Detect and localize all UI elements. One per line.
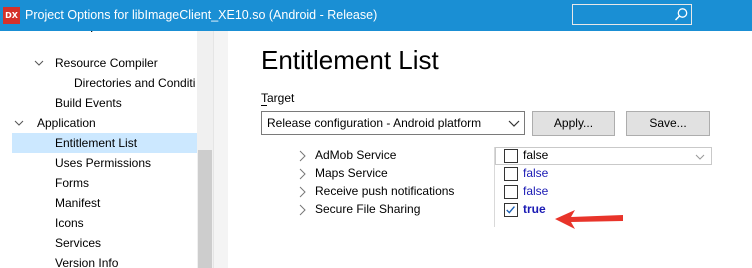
entitlement-checkbox[interactable] bbox=[504, 203, 518, 217]
entitlement-row[interactable]: Maps Service false bbox=[289, 165, 752, 183]
tree-item-label: Services bbox=[55, 236, 102, 250]
search-icon[interactable] bbox=[674, 7, 689, 22]
panel-splitter[interactable] bbox=[213, 31, 228, 268]
chevron-right-icon[interactable] bbox=[297, 186, 307, 198]
tree-item-build-events[interactable]: Build Events bbox=[0, 93, 197, 113]
chevron-right-icon[interactable] bbox=[297, 150, 307, 162]
tree-item-label: Forms bbox=[55, 176, 89, 190]
title-bar: DX Project Options for libImageClient_XE… bbox=[0, 0, 752, 31]
checkmark-icon bbox=[506, 206, 515, 214]
target-label-text: Target bbox=[261, 91, 295, 105]
entitlement-name: AdMob Service bbox=[315, 148, 397, 162]
tree-item-uses-permissions[interactable]: Uses Permissions bbox=[0, 153, 197, 173]
options-tree: . Resource Compiler Directories and Cond… bbox=[0, 31, 197, 268]
entitlement-name: Maps Service bbox=[315, 166, 388, 180]
tree-item-manifest[interactable]: Manifest bbox=[0, 193, 197, 213]
tree-item-forms[interactable]: Forms bbox=[0, 173, 197, 193]
target-label: Target bbox=[261, 91, 295, 106]
tree-item-version-info[interactable]: Version Info bbox=[0, 253, 197, 268]
tree-item-label: Build Events bbox=[55, 96, 122, 110]
target-select-value: Release configuration - Android platform bbox=[267, 116, 482, 130]
chevron-down-icon[interactable] bbox=[695, 152, 705, 162]
tree-item-partial: . bbox=[82, 31, 102, 38]
tree-item-label: Icons bbox=[55, 216, 84, 230]
app-logo-icon: DX bbox=[3, 7, 20, 24]
chevron-right-icon[interactable] bbox=[297, 204, 307, 216]
entitlement-row[interactable]: Secure File Sharing true bbox=[289, 201, 752, 219]
page-title: Entitlement List bbox=[261, 45, 439, 75]
entitlement-checkbox[interactable] bbox=[504, 185, 518, 199]
tree-item-label: Version Info bbox=[55, 256, 119, 268]
entitlement-value: false bbox=[523, 184, 549, 198]
entitlement-value: false bbox=[523, 166, 549, 180]
tree-item-services[interactable]: Services bbox=[0, 233, 197, 253]
tree-item-application[interactable]: Application bbox=[0, 113, 197, 133]
tree-item-entitlement-list[interactable]: Entitlement List bbox=[12, 133, 197, 153]
tree-scrollbar-thumb[interactable] bbox=[198, 150, 212, 268]
save-button[interactable]: Save... bbox=[626, 111, 710, 136]
tree-item-label: Application bbox=[37, 116, 96, 130]
tree-item-resource-compiler[interactable]: Resource Compiler bbox=[0, 53, 197, 73]
tree-item-partial-dot: . bbox=[90, 31, 93, 38]
entitlement-name: Receive push notifications bbox=[315, 184, 455, 198]
entitlement-row[interactable]: Receive push notifications false bbox=[289, 183, 752, 201]
tree-item-label: Entitlement List bbox=[55, 136, 138, 150]
annotation-arrow-icon bbox=[555, 210, 623, 229]
entitlement-row[interactable]: AdMob Service false bbox=[289, 147, 752, 165]
entitlement-value: true bbox=[523, 202, 546, 216]
tree-item-directories[interactable]: Directories and Conditi bbox=[0, 73, 197, 93]
entitlement-panel: Entitlement List Target Release configur… bbox=[229, 31, 752, 268]
tree-item-label: Directories and Conditi bbox=[74, 76, 196, 90]
chevron-down-icon[interactable] bbox=[508, 117, 520, 129]
chevron-right-icon[interactable] bbox=[297, 168, 307, 180]
chevron-down-icon[interactable] bbox=[33, 53, 45, 73]
tree-item-label: Resource Compiler bbox=[55, 56, 158, 70]
apply-button[interactable]: Apply... bbox=[532, 111, 615, 136]
entitlement-checkbox[interactable] bbox=[504, 167, 518, 181]
entitlement-value: false bbox=[523, 148, 549, 162]
title-search-input[interactable] bbox=[572, 4, 692, 25]
tree-item-icons[interactable]: Icons bbox=[0, 213, 197, 233]
tree-item-label: Manifest bbox=[55, 196, 101, 210]
entitlement-checkbox[interactable] bbox=[504, 149, 518, 163]
target-label-accel-underline bbox=[261, 105, 267, 106]
chevron-down-icon[interactable] bbox=[13, 113, 25, 133]
target-select[interactable]: Release configuration - Android platform bbox=[261, 111, 525, 135]
window-title: Project Options for libImageClient_XE10.… bbox=[25, 8, 378, 22]
tree-item-label: Uses Permissions bbox=[55, 156, 152, 170]
entitlement-grid: AdMob Service false Maps Service false R… bbox=[289, 147, 752, 227]
entitlement-name: Secure File Sharing bbox=[315, 202, 421, 216]
